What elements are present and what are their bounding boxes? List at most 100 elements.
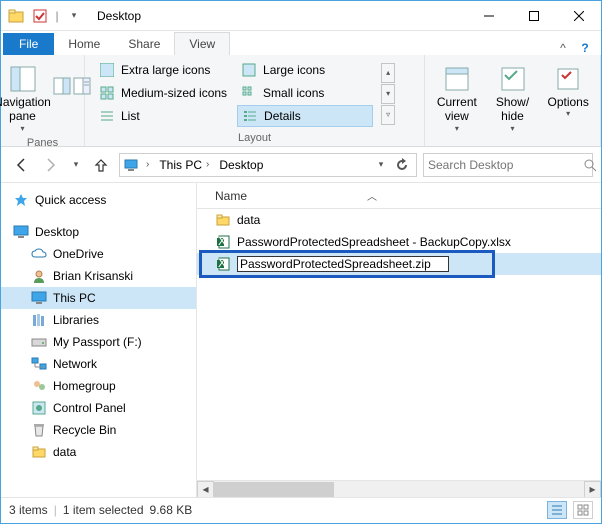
monitor-icon <box>31 290 47 306</box>
file-name: PasswordProtectedSpreadsheet - BackupCop… <box>237 235 511 249</box>
tree-this-pc[interactable]: This PC <box>1 287 196 309</box>
file-row-folder[interactable]: data <box>197 209 601 231</box>
tab-home[interactable]: Home <box>54 33 114 55</box>
tree-recycle-bin[interactable]: Recycle Bin <box>1 419 196 441</box>
window-controls <box>466 1 601 30</box>
ribbon-collapse-icon[interactable]: ^ <box>553 41 577 55</box>
recent-locations-button[interactable]: ▾ <box>69 153 83 177</box>
ribbon-group-view-options: Current view ▾ Show/ hide ▾ Options ▾ <box>425 55 601 146</box>
title-bar: | ▾ Desktop <box>1 1 601 31</box>
current-view-icon <box>441 63 473 95</box>
main-area: Quick access Desktop OneDrive Brian Kris… <box>1 183 601 497</box>
horizontal-scrollbar[interactable]: ◂ ▸ <box>197 480 601 497</box>
properties-icon[interactable] <box>29 5 51 27</box>
navigation-pane-icon <box>7 63 39 95</box>
navigation-pane-label: Navigation pane <box>0 95 51 124</box>
layout-details[interactable]: Details <box>237 105 373 127</box>
folder-icon <box>215 212 231 228</box>
chevron-down-icon: ▾ <box>511 124 515 134</box>
chevron-right-icon: › <box>144 159 151 170</box>
tree-desktop[interactable]: Desktop <box>1 221 196 243</box>
tree-onedrive[interactable]: OneDrive <box>1 243 196 265</box>
breadcrumb-desktop[interactable]: Desktop <box>215 158 267 172</box>
tree-homegroup[interactable]: Homegroup <box>1 375 196 397</box>
tab-file[interactable]: File <box>3 33 54 55</box>
details-icon <box>242 108 258 124</box>
close-button[interactable] <box>556 1 601 30</box>
homegroup-icon <box>31 378 47 394</box>
chevron-down-icon: ▾ <box>455 124 459 134</box>
list-icon <box>99 108 115 124</box>
desktop-icon <box>13 224 29 240</box>
tab-share[interactable]: Share <box>114 33 174 55</box>
layout-list[interactable]: List <box>95 105 231 127</box>
layout-large[interactable]: Large icons <box>237 59 373 81</box>
tree-quick-access[interactable]: Quick access <box>1 189 196 211</box>
qat-dropdown-icon[interactable]: ▾ <box>63 5 85 27</box>
network-icon <box>31 356 47 372</box>
refresh-button[interactable] <box>390 153 414 177</box>
recycle-bin-icon <box>31 422 47 438</box>
file-list-pane: Name ︿ data X PasswordProtectedSpreadshe… <box>197 183 601 497</box>
tab-view[interactable]: View <box>174 32 230 55</box>
search-icon <box>583 158 597 172</box>
view-details-toggle[interactable] <box>547 501 567 519</box>
layout-gallery-scroll[interactable]: ▴▾▿ <box>379 57 397 130</box>
search-input[interactable] <box>428 158 583 172</box>
tree-data-folder[interactable]: data <box>1 441 196 463</box>
layout-extra-large[interactable]: Extra large icons <box>95 59 231 81</box>
file-list[interactable]: data X PasswordProtectedSpreadsheet - Ba… <box>197 209 601 480</box>
help-icon[interactable]: ? <box>577 41 601 55</box>
breadcrumb-root[interactable]: › <box>140 159 155 170</box>
status-item-count: 3 items <box>9 503 48 517</box>
layout-small[interactable]: Small icons <box>237 82 373 104</box>
file-name: data <box>237 213 260 227</box>
navigation-pane-button[interactable]: Navigation pane ▾ <box>0 61 51 135</box>
minimize-button[interactable] <box>466 1 511 30</box>
preview-pane-button[interactable] <box>53 61 71 111</box>
tree-user[interactable]: Brian Krisanski <box>1 265 196 287</box>
monitor-icon <box>122 156 140 174</box>
folder-icon <box>5 5 27 27</box>
options-button[interactable]: Options ▾ <box>540 61 596 146</box>
qat-divider: | <box>53 5 61 27</box>
show-hide-button[interactable]: Show/ hide ▾ <box>485 61 541 146</box>
up-button[interactable] <box>89 153 113 177</box>
tree-drive[interactable]: My Passport (F:) <box>1 331 196 353</box>
maximize-button[interactable] <box>511 1 556 30</box>
address-bar[interactable]: › This PC› Desktop ▾ <box>119 153 417 177</box>
column-name[interactable]: Name <box>215 189 247 203</box>
medium-icon <box>99 85 115 101</box>
scroll-left-icon[interactable]: ◂ <box>197 481 214 498</box>
libraries-icon <box>31 312 47 328</box>
tree-libraries[interactable]: Libraries <box>1 309 196 331</box>
cloud-icon <box>31 246 47 262</box>
column-header[interactable]: Name ︿ <box>197 183 601 209</box>
tree-network[interactable]: Network <box>1 353 196 375</box>
panes-group-label: Panes <box>5 135 80 151</box>
scroll-thumb[interactable] <box>214 482 334 497</box>
layout-group-label: Layout <box>89 130 420 146</box>
breadcrumb-this-pc[interactable]: This PC› <box>155 158 215 172</box>
extra-large-icon <box>99 62 115 78</box>
small-icon <box>241 85 257 101</box>
back-button[interactable] <box>9 153 33 177</box>
ribbon-tabs: File Home Share View ^ ? <box>1 31 601 55</box>
layout-medium[interactable]: Medium-sized icons <box>95 82 231 104</box>
ribbon: Navigation pane ▾ Panes Extra large icon… <box>1 55 601 147</box>
chevron-down-icon: ▾ <box>20 124 24 134</box>
quick-access-toolbar: | ▾ <box>1 5 89 27</box>
scroll-right-icon[interactable]: ▸ <box>584 481 601 498</box>
search-box[interactable] <box>423 153 593 177</box>
address-dropdown-icon[interactable]: ▾ <box>372 153 390 177</box>
view-thumbnails-toggle[interactable] <box>573 501 593 519</box>
current-view-button[interactable]: Current view ▾ <box>429 61 485 146</box>
navigation-tree[interactable]: Quick access Desktop OneDrive Brian Kris… <box>1 183 197 497</box>
tree-control-panel[interactable]: Control Panel <box>1 397 196 419</box>
chevron-down-icon: ▾ <box>566 109 570 119</box>
star-icon <box>13 192 29 208</box>
forward-button[interactable] <box>39 153 63 177</box>
status-bar: 3 items | 1 item selected 9.68 KB <box>1 497 601 521</box>
show-hide-icon <box>497 63 529 95</box>
drive-icon <box>31 334 47 350</box>
